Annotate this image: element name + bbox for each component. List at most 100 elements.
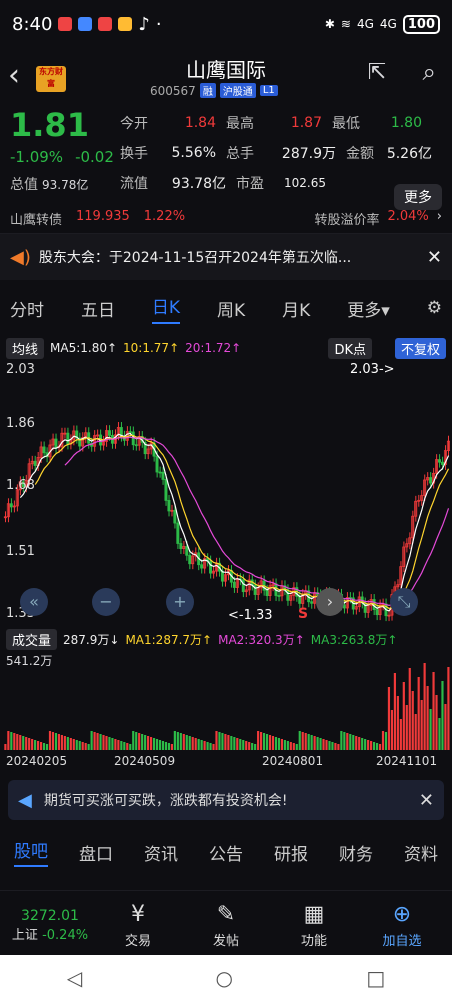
tab-weekly-k[interactable]: 周K xyxy=(217,296,245,321)
nav-post-label: 发帖 xyxy=(212,934,239,949)
ma20-value: 20:1.72↑ xyxy=(185,341,242,355)
volume-bar xyxy=(402,682,405,750)
tab-news[interactable]: 资讯 xyxy=(144,840,178,865)
volume-bar xyxy=(447,667,450,750)
close-icon[interactable]: ✕ xyxy=(427,247,442,268)
ma-selector[interactable]: 均线 xyxy=(6,337,45,359)
volume-bar xyxy=(63,736,66,750)
volume-bar xyxy=(292,743,295,750)
vol-ma3: MA3:263.8万↑ xyxy=(310,632,398,647)
zoom-in-icon[interactable]: + xyxy=(166,588,194,616)
high-value: 1.87 xyxy=(290,115,322,131)
tab-guba[interactable]: 股吧 xyxy=(14,837,48,867)
candle-body xyxy=(188,554,192,565)
bond-name: 山鹰转债 xyxy=(10,213,63,228)
volume-bar xyxy=(239,739,242,750)
share-icon[interactable]: ⇱ xyxy=(368,60,386,85)
volume-bar xyxy=(102,735,105,750)
back-nav-icon[interactable]: ◁ xyxy=(67,966,82,990)
more-button[interactable]: 更多 xyxy=(394,184,442,210)
search-icon[interactable]: ⌕ xyxy=(423,58,436,86)
fullscreen-icon[interactable]: ⤡ xyxy=(390,588,418,616)
nav-trade[interactable]: ¥ 交易 xyxy=(94,902,182,949)
nav-functions[interactable]: ▦ 功能 xyxy=(270,902,358,949)
volume-bar xyxy=(34,740,37,750)
volume-bar xyxy=(108,737,111,750)
volume-bar xyxy=(152,738,156,750)
candle-body xyxy=(440,461,444,465)
volume-bar xyxy=(438,718,441,750)
convertible-bond-row[interactable]: 山鹰转债 119.935 1.22% 转股溢价率 2.04% › xyxy=(0,204,452,234)
candle-body xyxy=(209,560,213,574)
volume-bar xyxy=(271,736,275,750)
volume-bar xyxy=(194,738,197,750)
margin-tag: 融 xyxy=(199,83,216,98)
candle-body xyxy=(185,546,189,556)
volume-bar xyxy=(173,731,176,750)
volume-bar xyxy=(328,741,331,750)
zoom-out-far-icon[interactable]: « xyxy=(20,588,48,616)
tab-profile[interactable]: 资料 xyxy=(404,840,438,865)
volume-max: 541.2万 xyxy=(6,654,53,668)
tab-monthly-k[interactable]: 月K xyxy=(282,296,310,321)
kline-chart[interactable]: 2.03 1.86 1.68 1.51 1.33 2.03-> <-1.33 S… xyxy=(0,360,452,628)
tab-more[interactable]: 更多▾ xyxy=(347,296,390,321)
volume-bar xyxy=(221,733,224,750)
volume-bar xyxy=(426,686,429,750)
volume-bar xyxy=(164,742,168,750)
nav-trade-label: 交易 xyxy=(124,934,151,949)
volume-bar xyxy=(48,731,52,750)
recents-nav-icon[interactable]: □ xyxy=(366,966,385,990)
nav-add-watchlist[interactable]: ⊕ 加自选 xyxy=(358,902,446,949)
volume-bar xyxy=(200,740,203,750)
dk-button[interactable]: DK点 xyxy=(328,338,372,359)
tab-finance[interactable]: 财务 xyxy=(339,840,373,865)
tab-announcement[interactable]: 公告 xyxy=(209,840,243,865)
volume-bar xyxy=(176,732,179,750)
stock-code-row: 600567 融 沪股通 L1 xyxy=(150,83,278,98)
volume-bar xyxy=(260,732,263,750)
tab-pankou[interactable]: 盘口 xyxy=(79,840,113,865)
notice-bar[interactable]: ◀) 股东大会：于2024-11-15召开2024年第五次临... ✕ xyxy=(0,234,452,280)
volume-selector[interactable]: 成交量 xyxy=(6,628,58,650)
volume-bar xyxy=(364,739,367,750)
adjust-button[interactable]: 不复权 xyxy=(394,338,446,359)
volume-bar xyxy=(155,739,159,750)
next-icon[interactable]: › xyxy=(316,588,344,616)
volume-bar xyxy=(361,738,364,750)
trade-icon: ¥ xyxy=(131,902,145,927)
chevron-right-icon: › xyxy=(436,209,442,224)
home-nav-icon[interactable]: ○ xyxy=(216,966,233,990)
turnover-value: 5.56% xyxy=(171,145,216,161)
volume-bar xyxy=(242,740,245,750)
volume-bar xyxy=(274,737,278,750)
volume-bar xyxy=(435,695,438,750)
index-ticker[interactable]: 3272.01 上证 -0.24% xyxy=(6,908,94,943)
candle-body xyxy=(42,446,46,454)
tab-intraday[interactable]: 分时 xyxy=(10,296,44,321)
vol-ma1: MA1:287.7万↑ xyxy=(125,632,213,647)
stock-code: 600567 xyxy=(150,83,196,98)
volume-bar xyxy=(384,732,388,750)
nav-post[interactable]: ✎ 发帖 xyxy=(182,902,270,949)
volume-bar xyxy=(280,739,283,750)
ma10-value: 10:1.77↑ xyxy=(123,341,180,355)
zoom-out-icon[interactable]: − xyxy=(92,588,120,616)
settings-icon[interactable]: ⚙ xyxy=(427,298,442,318)
tab-research[interactable]: 研报 xyxy=(274,840,308,865)
volume-bar xyxy=(37,741,40,750)
tab-daily-k[interactable]: 日K xyxy=(151,293,181,324)
close-icon[interactable]: ✕ xyxy=(419,790,434,811)
ad-banner[interactable]: ◀ 期货可买涨可买跌，涨跌都有投资机会! ✕ xyxy=(8,780,444,820)
y-tick: 1.51 xyxy=(6,544,35,559)
volume-bar xyxy=(417,677,420,750)
volume-bar xyxy=(215,731,218,750)
candle-body xyxy=(66,432,70,445)
level-tag: L1 xyxy=(259,85,278,96)
volume-bar xyxy=(132,731,135,750)
volume-bar xyxy=(405,705,408,750)
volume-bar xyxy=(123,742,126,750)
volume-bar xyxy=(42,743,46,750)
volume-bar xyxy=(283,740,286,750)
tab-5day[interactable]: 五日 xyxy=(81,296,115,321)
